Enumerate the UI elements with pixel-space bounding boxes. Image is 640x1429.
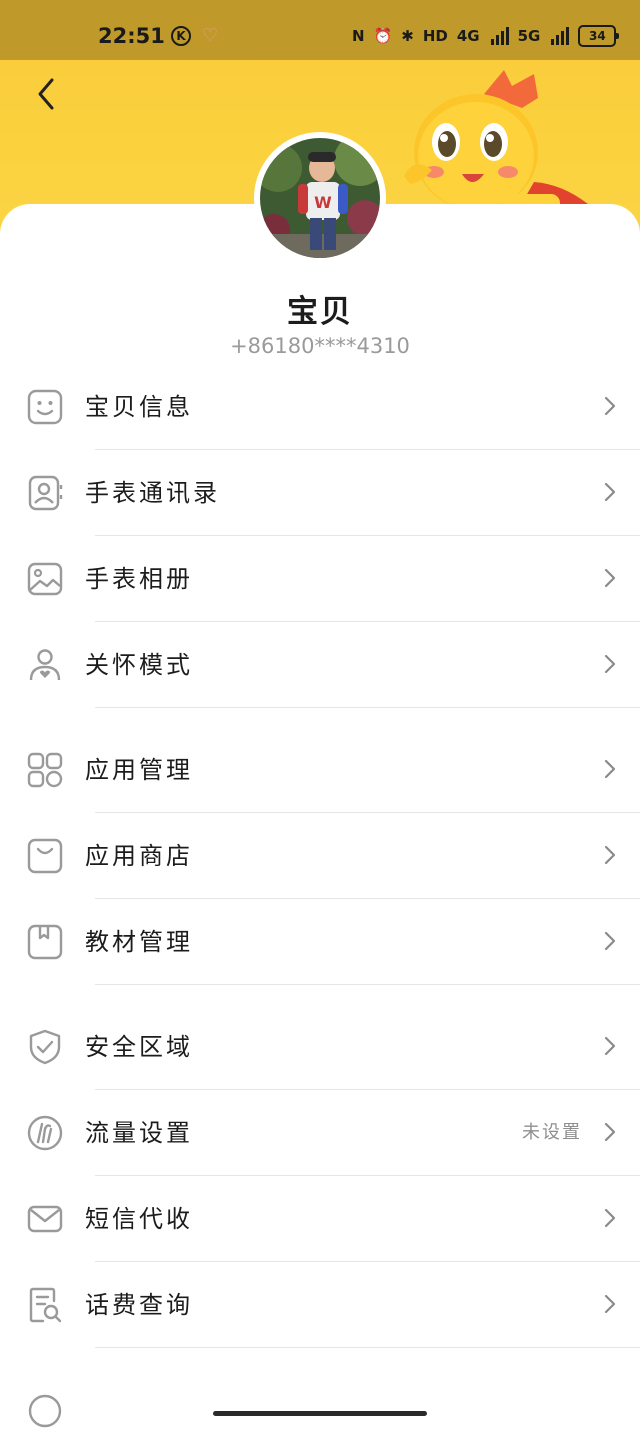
chevron-right-icon <box>604 1294 616 1314</box>
menu-group-more-partial <box>0 1368 640 1429</box>
nfc-icon: N <box>352 27 365 45</box>
child-name: 宝贝 <box>287 294 353 330</box>
bill-search-icon <box>29 1287 62 1323</box>
chevron-left-icon <box>38 78 54 110</box>
shield-check-icon <box>29 1029 61 1065</box>
apps-grid-icon <box>27 752 63 788</box>
menu-item-watch-contacts[interactable]: 手表通讯录 <box>0 450 640 536</box>
divider <box>95 1347 640 1348</box>
menu-item-app-management[interactable]: 应用管理 <box>0 727 640 813</box>
menu-item-label: 短信代收 <box>85 1205 193 1233</box>
menu-item-label: 安全区域 <box>85 1033 193 1061</box>
bluetooth-icon: ✱ <box>401 27 414 45</box>
signal-bars-icon <box>551 27 570 45</box>
back-button[interactable] <box>28 72 68 116</box>
divider <box>95 707 640 708</box>
chevron-right-icon <box>604 1122 616 1142</box>
network-4g-label: 4G <box>456 27 480 45</box>
svg-text:W: W <box>314 193 332 212</box>
chevron-right-icon <box>604 1208 616 1228</box>
envelope-icon <box>27 1205 63 1233</box>
child-avatar[interactable]: W <box>254 132 386 264</box>
status-bar: 22:51 K ♡ N ⏰ ✱ HD 4G 5G 34 <box>0 0 640 60</box>
textbook-icon <box>27 924 63 960</box>
heart-rate-icon: ♡ <box>202 25 219 46</box>
menu-item-sms-collection[interactable]: 短信代收 <box>0 1176 640 1262</box>
data-settings-status: 未设置 <box>522 1122 582 1143</box>
network-5g-label: 5G <box>517 27 541 45</box>
data-traffic-icon <box>27 1115 63 1151</box>
hd-voice-icon: HD <box>422 27 448 45</box>
chevron-right-icon <box>604 759 616 779</box>
avatar-photo-image: W <box>260 138 380 258</box>
menu-item-label: 应用商店 <box>85 842 193 870</box>
photo-album-icon <box>27 562 63 596</box>
chevron-right-icon <box>604 1036 616 1056</box>
smiley-face-icon <box>27 389 63 425</box>
chevron-right-icon <box>604 482 616 502</box>
menu-item-label: 话费查询 <box>85 1291 193 1319</box>
clock-icon <box>28 1394 62 1428</box>
menu-item-label: 教材管理 <box>85 928 193 956</box>
menu-group-profile: 宝贝信息 手表通讯录 手表相册 关怀模式 <box>0 364 640 708</box>
shopping-bag-icon <box>27 838 63 874</box>
child-phone-number: +86180****4310 <box>230 334 410 358</box>
menu-item-label: 应用管理 <box>85 756 193 784</box>
status-indicators: N ⏰ ✱ HD 4G 5G 34 <box>352 24 620 48</box>
chevron-right-icon <box>604 654 616 674</box>
battery-icon: 34 <box>578 25 620 47</box>
menu-group-apps: 应用管理 应用商店 教材管理 <box>0 727 640 985</box>
menu-item-label: 流量设置 <box>85 1119 193 1147</box>
menu-item-care-mode[interactable]: 关怀模式 <box>0 622 640 708</box>
mascot-character-image <box>404 70 588 220</box>
divider <box>95 984 640 985</box>
menu-item-bill-inquiry[interactable]: 话费查询 <box>0 1262 640 1348</box>
menu-item-safe-zone[interactable]: 安全区域 <box>0 1004 640 1090</box>
alarm-icon: ⏰ <box>373 27 393 45</box>
menu-item-textbook-management[interactable]: 教材管理 <box>0 899 640 985</box>
signal-bars-icon <box>490 27 509 45</box>
menu-item-app-store[interactable]: 应用商店 <box>0 813 640 899</box>
menu-item-partially-visible[interactable] <box>0 1368 640 1429</box>
menu-group-safety: 安全区域 流量设置 未设置 短信代收 话费查询 <box>0 1004 640 1348</box>
care-mode-icon <box>29 649 61 681</box>
menu-item-watch-album[interactable]: 手表相册 <box>0 536 640 622</box>
menu-item-label: 宝贝信息 <box>85 393 193 421</box>
status-time: 22:51 <box>98 24 165 48</box>
menu-item-baby-info[interactable]: 宝贝信息 <box>0 364 640 450</box>
chevron-right-icon <box>604 396 616 416</box>
menu-item-label: 关怀模式 <box>85 651 193 679</box>
contacts-card-icon <box>28 475 63 511</box>
menu-item-label: 手表相册 <box>85 565 193 593</box>
home-indicator[interactable] <box>213 1411 427 1416</box>
menu-item-label: 手表通讯录 <box>85 479 220 507</box>
k-badge-icon: K <box>171 26 191 46</box>
chevron-right-icon <box>604 845 616 865</box>
chevron-right-icon <box>604 568 616 588</box>
chevron-right-icon <box>604 931 616 951</box>
menu-item-data-settings[interactable]: 流量设置 未设置 <box>0 1090 640 1176</box>
